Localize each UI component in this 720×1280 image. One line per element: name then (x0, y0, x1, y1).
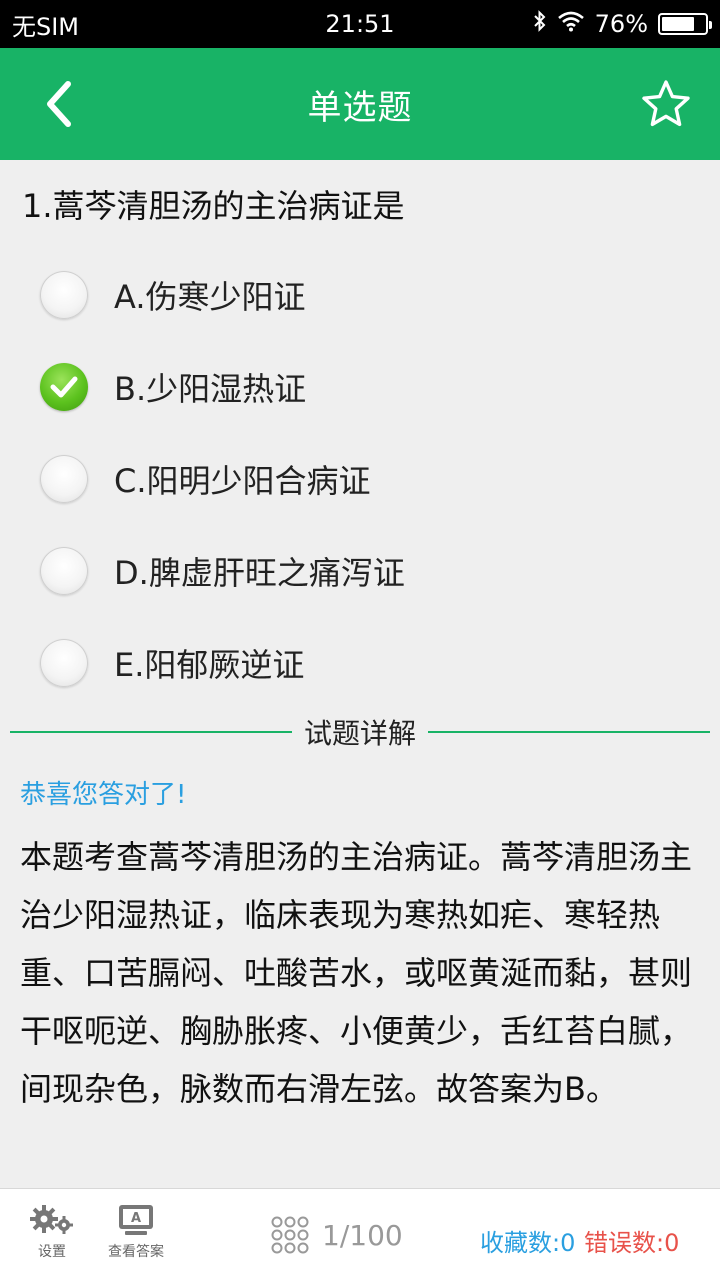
back-button[interactable] (30, 76, 86, 132)
result-message: 恭喜您答对了! (20, 780, 187, 810)
status-icons: 76% (533, 9, 712, 39)
detail-divider: 试题详解 (10, 712, 711, 752)
option-label: E.阳郁厥逆证 (114, 646, 305, 684)
errors-count: 错误数:0 (584, 1229, 680, 1257)
option-a[interactable]: A.伤寒少阳证 (40, 260, 680, 330)
bluetooth-icon (533, 9, 547, 39)
view-answer-label: 查看答案 (108, 1244, 164, 1260)
divider-line (10, 731, 292, 733)
svg-text:A: A (131, 1211, 141, 1226)
battery-fill (662, 17, 694, 31)
battery-icon (658, 13, 712, 35)
settings-label: 设置 (38, 1244, 66, 1260)
radio-unchecked-icon[interactable] (40, 547, 88, 595)
star-outline-icon (642, 80, 690, 127)
detail-heading: 试题详解 (304, 717, 417, 750)
question-navigator[interactable]: 1/100 (270, 1207, 403, 1263)
bottom-toolbar: 设置 A 查看答案 1/100 收藏数:0 错误数:0 (0, 1188, 720, 1280)
favorite-button[interactable] (638, 76, 694, 132)
option-label: D.脾虚肝旺之痛泻证 (114, 554, 405, 592)
radio-unchecked-icon[interactable] (40, 271, 88, 319)
view-answer-button[interactable]: A 查看答案 (96, 1203, 176, 1273)
option-c[interactable]: C.阳明少阳合病证 (40, 444, 680, 514)
app-header: 单选题 (0, 48, 720, 160)
favorites-count: 收藏数:0 (480, 1229, 576, 1257)
radio-checked-icon[interactable] (40, 363, 88, 411)
status-bar: 无SIM 21:51 76% (0, 0, 720, 48)
explanation-text: 本题考查蒿芩清胆汤的主治病证。蒿芩清胆汤主治少阳湿热证，临床表现为寒热如疟、寒轻… (20, 838, 693, 1108)
divider-line (428, 731, 711, 733)
answer-screen-icon: A (119, 1205, 153, 1235)
option-label: A.伤寒少阳证 (114, 278, 306, 316)
battery-percent: 76% (594, 10, 648, 38)
progress-text: 1/100 (322, 1218, 403, 1252)
chevron-left-icon (47, 81, 71, 127)
option-e[interactable]: E.阳郁厥逆证 (40, 628, 680, 698)
wifi-icon (557, 10, 585, 38)
question-text: 1.蒿芩清胆汤的主治病证是 (22, 187, 405, 225)
radio-unchecked-icon[interactable] (40, 455, 88, 503)
checkmark-icon (50, 376, 78, 398)
grid-icon (271, 1216, 309, 1254)
carrier-text: 无SIM (12, 12, 80, 41)
option-d[interactable]: D.脾虚肝旺之痛泻证 (40, 536, 680, 606)
radio-unchecked-icon[interactable] (40, 639, 88, 687)
option-b[interactable]: B.少阳湿热证 (40, 352, 680, 422)
option-label: B.少阳湿热证 (114, 370, 307, 408)
option-label: C.阳明少阳合病证 (114, 462, 371, 500)
gear-icon (30, 1205, 73, 1234)
settings-button[interactable]: 设置 (12, 1203, 92, 1273)
page-title: 单选题 (307, 87, 413, 128)
